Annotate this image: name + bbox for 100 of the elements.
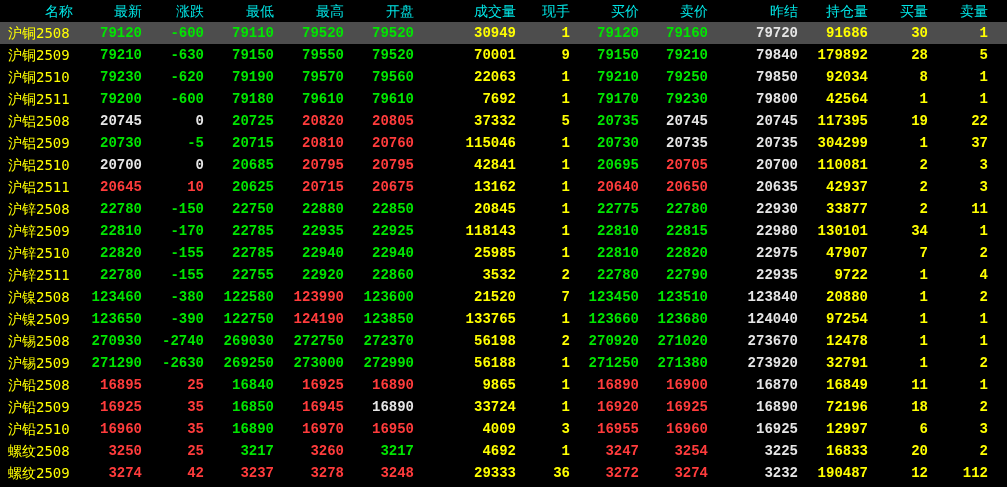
column-header[interactable]: 卖量 [930,0,990,22]
table-row[interactable]: 螺纹2509 3274 42 3237 3278 3248 29333 36 3272 3274 3232 190487 12 112 [0,462,1007,484]
cell-value: 1 [561,311,570,327]
table-row[interactable]: 沪镍2509 123650 -390 122750 124190 123850 133765 1 123660 123680 124040 97254 1 1 [0,308,1007,330]
cell-value: 20735 [666,135,708,151]
cell-value: 1 [561,443,570,459]
cell-value: 1 [919,91,928,107]
cell-value: 20725 [232,113,274,129]
cell-value: 1 [979,25,988,41]
cell-value: 79120 [100,25,142,41]
cell-value: 272370 [363,333,414,349]
cell-value: 16833 [826,443,868,459]
contract-name: 沪铅2509 [8,399,70,415]
column-header[interactable]: 最高 [276,0,346,22]
cell-value: 22820 [666,245,708,261]
table-row[interactable]: 沪铜2511 79200 -600 79180 79610 79610 7692 1 79170 79230 79800 42564 1 1 [0,88,1007,110]
table-row[interactable]: 沪锡2509 271290 -2630 269250 273000 272990 56188 1 271250 271380 273920 32791 1 2 [0,352,1007,374]
cell-value: 20810 [302,135,344,151]
table-row[interactable]: 沪铅2510 16960 35 16890 16970 16950 4009 3 16955 16960 16925 12997 6 3 [0,418,1007,440]
cell-value: 97254 [826,311,868,327]
cell-value: 117395 [817,113,868,129]
table-row[interactable]: 沪锌2510 22820 -155 22785 22940 22940 25985 1 22810 22820 22975 47907 7 2 [0,242,1007,264]
cell-value: 1 [561,245,570,261]
cell-value: 304299 [817,135,868,151]
cell-value: 190487 [817,465,868,481]
column-header[interactable]: 现手 [518,0,572,22]
cell-value: 8 [919,69,928,85]
cell-value: -630 [170,47,204,63]
cell-value: 130101 [817,223,868,239]
table-row[interactable]: 沪铅2508 16895 25 16840 16925 16890 9865 1 16890 16900 16870 16849 11 1 [0,374,1007,396]
table-row[interactable]: 沪铝2508 20745 0 20725 20820 20805 37332 5 20735 20745 20745 117395 19 22 [0,110,1007,132]
column-header[interactable]: 持仓量 [800,0,870,22]
column-header[interactable]: 开盘 [346,0,416,22]
cell-value: 16850 [232,399,274,415]
cell-value: 22 [971,113,988,129]
cell-value: -620 [170,69,204,85]
cell-value: 28 [911,47,928,63]
table-row[interactable]: 沪锌2511 22780 -155 22755 22920 22860 3532 2 22780 22790 22935 9722 1 4 [0,264,1007,286]
column-header[interactable]: 昨结 [710,0,800,22]
cell-value: -600 [170,25,204,41]
cell-value: 25985 [474,245,516,261]
cell-value: 3237 [240,465,274,481]
cell-value: 22780 [597,267,639,283]
table-row[interactable]: 沪铅2509 16925 35 16850 16945 16890 33724 1 16920 16925 16890 72196 18 2 [0,396,1007,418]
cell-value: 3217 [380,443,414,459]
cell-value: 273920 [747,355,798,371]
cell-value: 3247 [605,443,639,459]
table-row[interactable]: 沪锌2508 22780 -150 22750 22880 22850 20845 1 22775 22780 22930 33877 2 11 [0,198,1007,220]
table-row[interactable]: 沪铜2510 79230 -620 79190 79570 79560 22063 1 79210 79250 79850 92034 8 1 [0,66,1007,88]
cell-value: 1 [979,223,988,239]
cell-value: 16925 [756,421,798,437]
cell-value: 3532 [482,267,516,283]
column-header[interactable]: 最新 [75,0,144,22]
table-row[interactable]: 沪锌2509 22810 -170 22785 22935 22925 118143 1 22810 22815 22980 130101 34 1 [0,220,1007,242]
column-header[interactable]: 最低 [206,0,276,22]
cell-value: -2630 [162,355,204,371]
cell-value: 3274 [674,465,708,481]
table-row[interactable]: 沪铝2509 20730 -5 20715 20810 20760 115046 1 20730 20735 20735 304299 1 37 [0,132,1007,154]
table-row[interactable]: 螺纹2508 3250 25 3217 3260 3217 4692 1 3247 3254 3225 16833 20 2 [0,440,1007,462]
cell-value: 20735 [756,135,798,151]
cell-value: 3 [979,157,988,173]
cell-value: 22815 [666,223,708,239]
cell-value: 79610 [302,91,344,107]
cell-value: 37332 [474,113,516,129]
cell-value: 115046 [465,135,516,151]
cell-value: 271250 [588,355,639,371]
table-row[interactable]: 沪铝2510 20700 0 20685 20795 20795 42841 1 20695 20705 20700 110081 2 3 [0,154,1007,176]
contract-name: 沪锌2509 [8,223,70,239]
cell-value: 79520 [302,25,344,41]
cell-value: 1 [561,223,570,239]
contract-name: 沪锌2510 [8,245,70,261]
contract-name: 沪铝2511 [8,179,70,195]
cell-value: 1 [979,333,988,349]
column-header[interactable]: 买价 [572,0,641,22]
cell-value: 269250 [223,355,274,371]
cell-value: 36 [553,465,570,481]
table-row[interactable]: 沪锡2508 270930 -2740 269030 272750 272370 56198 2 270920 271020 273670 12478 1 1 [0,330,1007,352]
contract-name: 沪锌2508 [8,201,70,217]
cell-value: 22935 [302,223,344,239]
cell-value: 122750 [223,311,274,327]
table-row[interactable]: 沪镍2508 123460 -380 122580 123990 123600 21520 7 123450 123510 123840 20880 1 2 [0,286,1007,308]
cell-value: 92034 [826,69,868,85]
cell-value: 272990 [363,355,414,371]
column-header[interactable]: 成交量 [416,0,518,22]
cell-value: 16955 [597,421,639,437]
cell-value: 20715 [232,135,274,151]
cell-value: 16960 [100,421,142,437]
cell-value: 1 [561,355,570,371]
table-row[interactable]: 沪铜2508 79120 -600 79110 79520 79520 30949 1 79120 79160 79720 91686 30 1 [0,22,1007,44]
cell-value: 20735 [597,113,639,129]
cell-value: 22925 [372,223,414,239]
cell-value: 79720 [756,25,798,41]
cell-value: 9865 [482,377,516,393]
column-header[interactable]: 涨跌 [144,0,206,22]
cell-value: 22920 [302,267,344,283]
column-header[interactable]: 买量 [870,0,930,22]
column-header[interactable]: 卖价 [641,0,710,22]
column-header[interactable]: 名称 [0,0,75,22]
table-row[interactable]: 沪铝2511 20645 10 20625 20715 20675 13162 1 20640 20650 20635 42937 2 3 [0,176,1007,198]
table-row[interactable]: 沪铜2509 79210 -630 79150 79550 79520 70001 9 79150 79210 79840 179892 28 5 [0,44,1007,66]
